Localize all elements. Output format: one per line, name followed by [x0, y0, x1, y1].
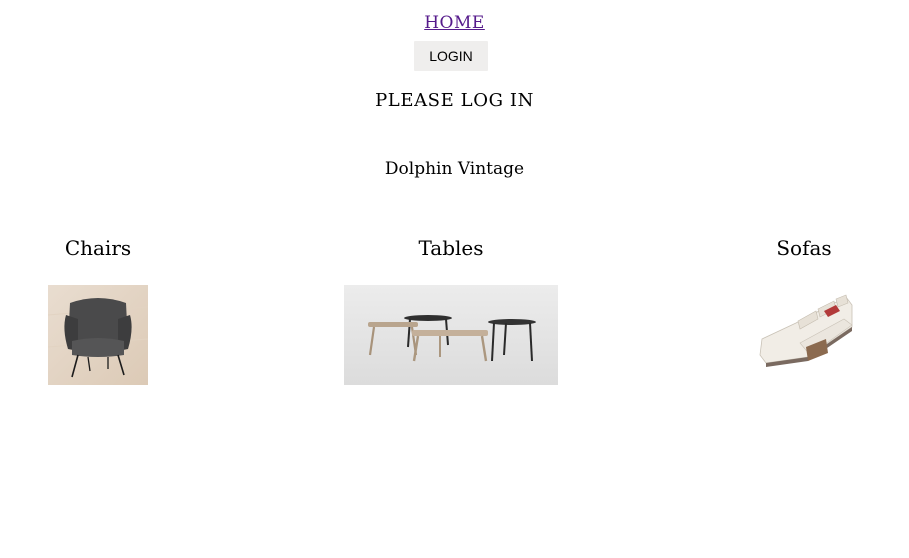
category-sofas-title: Sofas	[776, 236, 832, 260]
category-chairs[interactable]: Chairs	[0, 236, 196, 385]
category-tables-title: Tables	[418, 236, 484, 260]
sofa-image[interactable]	[756, 285, 856, 385]
armchair-image[interactable]	[48, 285, 148, 385]
login-button[interactable]: LOGIN	[414, 41, 488, 71]
home-link[interactable]: HOME	[0, 13, 909, 33]
login-prompt-heading: PLEASE LOG IN	[375, 90, 534, 111]
category-sofas[interactable]: Sofas	[704, 236, 904, 385]
category-tables[interactable]: Tables	[344, 236, 558, 385]
brand-name: Dolphin Vintage	[384, 159, 525, 179]
category-chairs-title: Chairs	[64, 236, 132, 260]
tables-image[interactable]	[344, 285, 558, 385]
